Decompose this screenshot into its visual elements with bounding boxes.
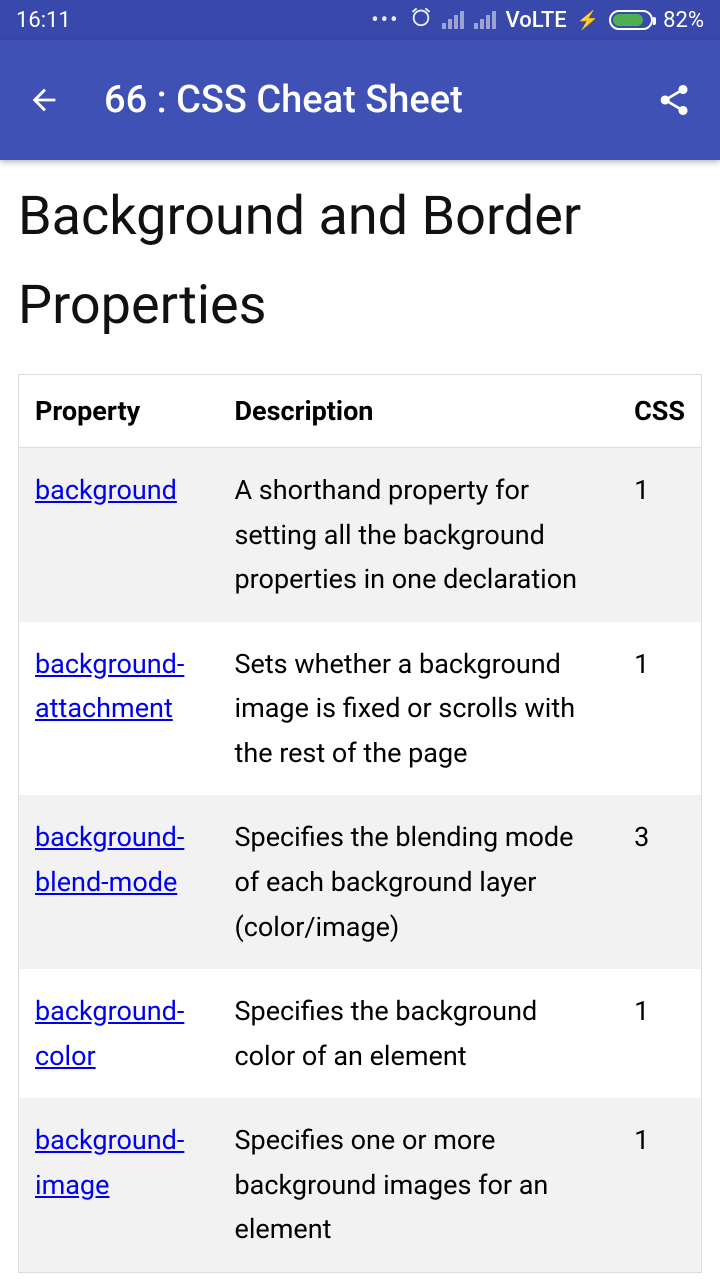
property-css-version: 3 (618, 795, 701, 969)
property-description: Sets whether a background image is fixed… (219, 622, 619, 796)
page-heading: Background and Border Properties (18, 172, 702, 350)
property-link[interactable]: background-blend-mode (35, 821, 184, 898)
battery-percent: 82% (663, 8, 704, 33)
property-link[interactable]: background-color (35, 995, 184, 1072)
property-link[interactable]: background (35, 474, 177, 506)
status-time: 16:11 (16, 8, 71, 33)
property-description: Specifies the blending mode of each back… (219, 795, 619, 969)
property-description: Specifies one or more background images … (219, 1098, 619, 1272)
volte-label: VoLTE (506, 8, 567, 33)
status-bar: 16:11 ••• VoLTE ⚡ 82% (0, 0, 720, 40)
more-dots-icon: ••• (371, 8, 399, 33)
header-css: CSS (618, 375, 701, 448)
property-description: A shorthand property for setting all the… (219, 448, 619, 622)
header-property: Property (19, 375, 219, 448)
property-css-version: 1 (618, 969, 701, 1098)
table-row: background A shorthand property for sett… (19, 448, 702, 622)
table-row: background-image Specifies one or more b… (19, 1098, 702, 1272)
table-row: background-blend-mode Specifies the blen… (19, 795, 702, 969)
content-area: Background and Border Properties Propert… (0, 160, 720, 1285)
signal-bars-icon-2 (474, 11, 496, 29)
back-button[interactable] (24, 80, 64, 120)
property-link[interactable]: background-attachment (35, 648, 184, 725)
signal-bars-icon (442, 11, 464, 29)
header-description: Description (219, 375, 619, 448)
charging-icon: ⚡ (577, 10, 599, 31)
property-css-version: 1 (618, 622, 701, 796)
app-bar-title: 66 : CSS Cheat Sheet (104, 78, 652, 122)
table-row: background-color Specifies the backgroun… (19, 969, 702, 1098)
properties-table: Property Description CSS background A sh… (18, 374, 702, 1273)
property-css-version: 1 (618, 1098, 701, 1272)
share-button[interactable] (652, 78, 696, 122)
property-css-version: 1 (618, 448, 701, 622)
app-bar: 66 : CSS Cheat Sheet (0, 40, 720, 160)
property-link[interactable]: background-image (35, 1124, 184, 1201)
property-description: Specifies the background color of an ele… (219, 969, 619, 1098)
table-header-row: Property Description CSS (19, 375, 702, 448)
battery-icon (609, 10, 653, 30)
alarm-icon (410, 6, 432, 34)
table-row: background-attachment Sets whether a bac… (19, 622, 702, 796)
